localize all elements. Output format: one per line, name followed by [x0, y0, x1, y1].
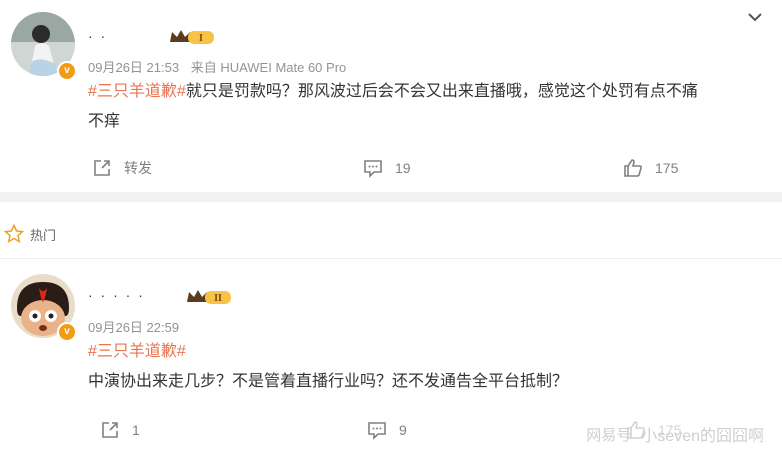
level-badge-icon: I: [170, 30, 214, 44]
comment-icon: [368, 422, 386, 440]
chevron-down-icon[interactable]: [748, 12, 762, 22]
thumbs-up-icon: [624, 159, 642, 177]
topic-link[interactable]: #三只羊道歉#: [88, 83, 186, 100]
verified-badge-icon: v: [57, 61, 77, 81]
repost-count: 1: [132, 422, 140, 438]
username[interactable]: · · · · ·: [88, 287, 145, 303]
divider: [0, 258, 782, 259]
comment-button[interactable]: 9: [367, 420, 407, 440]
comment-button[interactable]: 19: [363, 158, 411, 178]
svg-text:I: I: [199, 33, 203, 44]
star-icon: [4, 224, 24, 243]
share-icon: [94, 160, 110, 176]
comment-body: 中演协出来走几步？不是管着直播行业吗？还不发通告全平台抵制？: [88, 373, 569, 390]
comment-body: 就只是罚款吗？那风波过后会不会又出来直播哦，感觉这个处罚有点不痛: [185, 83, 698, 100]
comment-icon: [364, 160, 382, 178]
comment-body-cont: 不痒: [88, 113, 121, 130]
level-badge-icon: II: [187, 290, 231, 304]
comment-count: 9: [399, 422, 407, 438]
timestamp: 09月26日 21:53: [88, 60, 180, 75]
like-count: 175: [655, 160, 679, 176]
device-source: 来自 HUAWEI Mate 60 Pro: [190, 60, 347, 75]
timestamp: 09月26日 22:59: [88, 320, 180, 335]
repost-label: 转发: [124, 160, 152, 176]
comment-text: #三只羊道歉# 中演协出来走几步？不是管着直播行业吗？还不发通告全平台抵制？: [88, 337, 768, 397]
like-button[interactable]: 175: [623, 158, 678, 178]
comment-meta: 09月26日 21:53 来自 HUAWEI Mate 60 Pro: [88, 57, 354, 76]
hot-label: 热门: [30, 227, 57, 243]
svg-text:II: II: [214, 293, 222, 304]
hot-section-header: 热门: [0, 202, 782, 259]
verified-badge-icon: v: [57, 322, 77, 342]
comment-text: #三只羊道歉#就只是罚款吗？那风波过后会不会又出来直播哦，感觉这个处罚有点不痛 …: [88, 77, 768, 137]
repost-button[interactable]: 转发: [92, 158, 152, 178]
watermark-brand: 网易号: [586, 426, 632, 444]
share-icon: [102, 422, 118, 438]
comment-count: 19: [395, 160, 411, 176]
repost-button[interactable]: 1: [100, 420, 140, 440]
username[interactable]: · ·: [88, 28, 107, 44]
watermark-author: 小seven的囧囧啊: [641, 428, 764, 445]
section-divider: [0, 192, 782, 202]
comment-meta: 09月26日 22:59: [88, 317, 187, 336]
watermark: 网易号 小seven的囧囧啊: [586, 422, 764, 446]
topic-link[interactable]: #三只羊道歉#: [88, 343, 186, 360]
